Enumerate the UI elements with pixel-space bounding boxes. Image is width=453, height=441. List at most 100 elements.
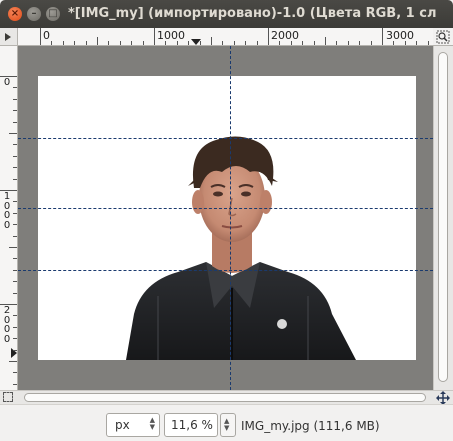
ruler-tick: [13, 258, 17, 260]
ruler-tick: [222, 41, 224, 45]
ruler-tick: [256, 41, 258, 45]
horizontal-ruler[interactable]: 0 1000 2000 3000: [18, 28, 433, 46]
ruler-menu-icon: [5, 33, 11, 41]
ruler-tick: [13, 326, 17, 328]
ruler-tick: [13, 144, 17, 146]
ruler-tick: [74, 41, 76, 45]
ruler-tick: [302, 41, 304, 45]
ruler-tick: [347, 41, 349, 45]
file-info: IMG_my.jpg (111,6 MB): [241, 419, 380, 433]
ruler-tick: [13, 212, 17, 214]
image-layer[interactable]: [38, 76, 416, 360]
ruler-label-h: 3000: [386, 29, 414, 42]
ruler-tick: [0, 76, 17, 77]
ruler-label-h: 2000: [271, 29, 299, 42]
ruler-tick: [9, 133, 17, 134]
ruler-tick: [13, 269, 17, 271]
ruler-tick: [325, 37, 326, 45]
ruler-tick: [13, 281, 17, 283]
ruler-tick: [382, 28, 383, 45]
ruler-tick: [108, 41, 110, 45]
zoom-fit-button[interactable]: [433, 28, 453, 46]
ruler-tick: [142, 41, 144, 45]
ruler-tick: [131, 41, 133, 45]
ruler-label-h: 0: [43, 29, 50, 42]
ruler-tick: [9, 247, 17, 248]
zoom-dropdown-button[interactable]: ▲ ▼: [220, 413, 236, 437]
guide-horizontal[interactable]: [18, 270, 433, 271]
ruler-tick: [165, 41, 167, 45]
ruler-tick: [13, 235, 17, 237]
ruler-tick: [13, 224, 17, 226]
navigate-icon[interactable]: [435, 391, 451, 405]
ruler-tick: [13, 167, 17, 169]
title-bar: × – □ *[IMG_my] (импортировано)-1.0 (Цве…: [0, 0, 453, 28]
ruler-tick: [154, 28, 155, 45]
ruler-tick: [211, 37, 212, 45]
quick-mask-icon[interactable]: [3, 392, 13, 402]
ruler-tick: [13, 292, 17, 294]
ruler-menu-button[interactable]: [0, 28, 18, 46]
ruler-label-v: 2000: [3, 305, 11, 345]
ruler-tick: [119, 41, 121, 45]
vertical-scrollbar[interactable]: [433, 46, 453, 390]
ruler-tick: [51, 41, 53, 45]
ruler-label-v: 0: [3, 77, 11, 88]
ruler-tick: [336, 41, 338, 45]
ruler-tick: [13, 178, 17, 180]
chevron-updown-icon: ▲ ▼: [224, 417, 230, 432]
zoom-fit-icon: [436, 30, 450, 44]
horizontal-scrollbar-thumb[interactable]: [24, 393, 426, 402]
ruler-tick: [97, 37, 98, 45]
ruler-tick: [370, 41, 372, 45]
ruler-tick: [290, 41, 292, 45]
ruler-tick: [13, 110, 17, 112]
ruler-tick: [13, 338, 17, 340]
minimize-icon[interactable]: –: [27, 7, 41, 21]
guide-horizontal[interactable]: [18, 138, 433, 139]
ruler-tick: [13, 201, 17, 203]
ruler-label-h: 1000: [157, 29, 185, 42]
ruler-tick: [279, 41, 281, 45]
ruler-tick: [13, 383, 17, 385]
ruler-tick: [9, 361, 17, 362]
ruler-tick: [245, 41, 247, 45]
ruler-tick: [404, 41, 406, 45]
ruler-tick: [199, 41, 201, 45]
ruler-tick: [268, 28, 269, 45]
ruler-tick: [0, 190, 17, 191]
chevron-updown-icon: ▲ ▼: [149, 416, 155, 431]
ruler-tick: [427, 41, 429, 45]
ruler-tick: [359, 41, 361, 45]
horizontal-scrollbar-row: [0, 390, 453, 405]
ruler-tick: [393, 41, 395, 45]
ruler-tick: [13, 87, 17, 89]
ruler-tick: [13, 98, 17, 100]
close-icon[interactable]: ×: [8, 7, 22, 21]
zoom-input[interactable]: 11,6 %: [164, 413, 218, 437]
ruler-label-v: 1000: [3, 191, 11, 231]
vertical-scrollbar-thumb[interactable]: [438, 52, 448, 382]
ruler-tick: [176, 41, 178, 45]
ruler-tick: [13, 372, 17, 374]
ruler-tick: [313, 41, 315, 45]
ruler-tick: [13, 155, 17, 157]
ruler-tick: [0, 304, 17, 305]
maximize-icon[interactable]: □: [46, 7, 60, 21]
ruler-tick: [62, 41, 64, 45]
guide-horizontal[interactable]: [18, 208, 433, 209]
guide-vertical[interactable]: [230, 46, 231, 390]
image-canvas[interactable]: [18, 46, 433, 390]
ruler-tick: [13, 349, 17, 351]
ruler-tick: [85, 41, 87, 45]
portrait-photo: [126, 136, 356, 360]
unit-selector[interactable]: px ▲ ▼: [106, 413, 160, 437]
unit-value: px: [115, 418, 130, 432]
ruler-tick: [13, 121, 17, 123]
vertical-ruler[interactable]: 0 1000 2000: [0, 46, 18, 390]
ruler-tick: [13, 315, 17, 317]
status-bar: px ▲ ▼ 11,6 % ▲ ▼ IMG_my.jpg (111,6 MB): [0, 404, 453, 441]
ruler-tick: [416, 41, 418, 45]
window-title: *[IMG_my] (импортировано)-1.0 (Цвета RGB…: [68, 6, 437, 21]
zoom-value: 11,6 %: [171, 418, 213, 432]
